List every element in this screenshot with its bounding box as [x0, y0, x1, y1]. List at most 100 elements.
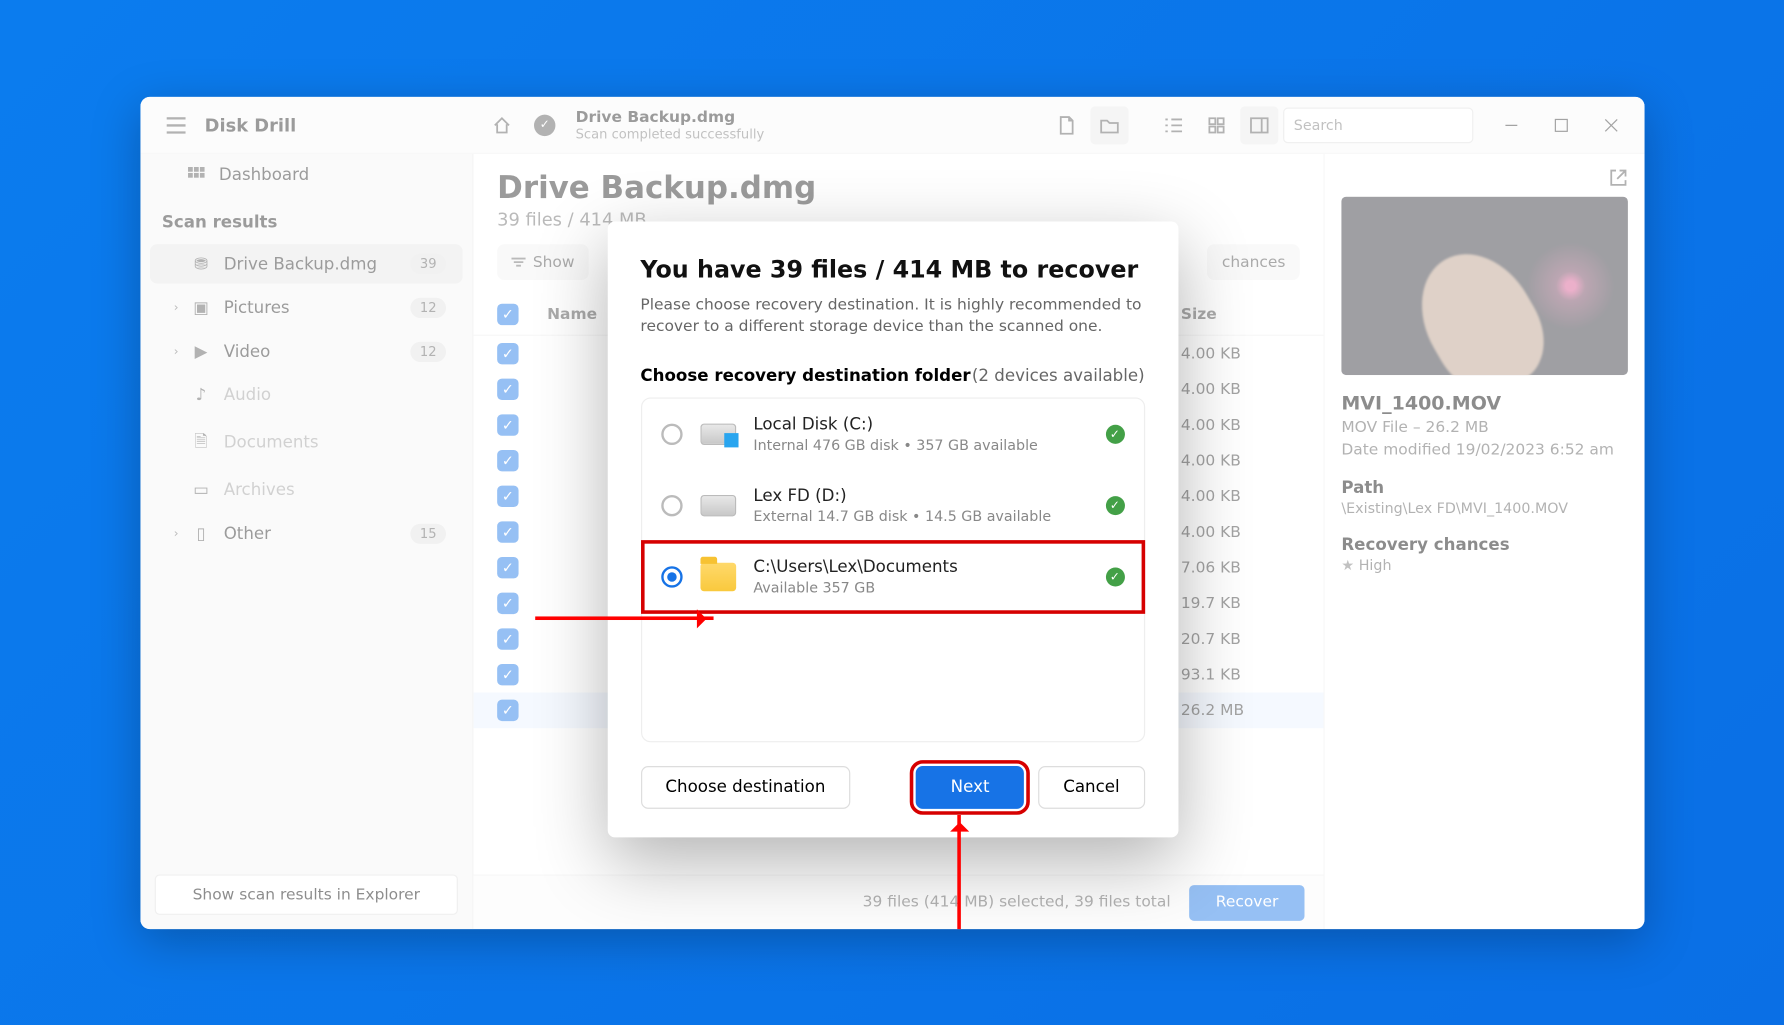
check-ok-icon: ✓: [1105, 496, 1124, 515]
cancel-button[interactable]: Cancel: [1038, 766, 1144, 809]
chevron-right-icon: ›: [173, 527, 190, 540]
video-icon: ▶: [190, 342, 211, 361]
check-ok-icon: ✓: [1105, 425, 1124, 444]
destination-lex-fd[interactable]: Lex FD (D:)External 14.7 GB disk • 14.5 …: [641, 470, 1143, 541]
detail-filename: MVI_1400.MOV: [1341, 391, 1628, 414]
chances-button[interactable]: chances: [1207, 244, 1299, 280]
modal-title: You have 39 files / 414 MB to recover: [640, 254, 1144, 283]
row-checkbox[interactable]: [497, 485, 518, 506]
row-size: 7.06 KB: [1180, 558, 1299, 576]
show-in-explorer-button[interactable]: Show scan results in Explorer: [154, 874, 457, 914]
destination-title: Local Disk (C:): [753, 415, 1037, 434]
sidebar-item-label: Drive Backup.dmg: [223, 254, 410, 273]
next-button[interactable]: Next: [916, 766, 1024, 809]
row-checkbox[interactable]: [497, 592, 518, 613]
detail-meta: MOV File – 26.2 MB: [1341, 419, 1628, 437]
minimize-button[interactable]: [1487, 105, 1535, 143]
detail-date: Date modified 19/02/2023 6:52 am: [1341, 441, 1628, 459]
search-input[interactable]: [1283, 106, 1473, 142]
sidebar-item-count: 12: [410, 341, 446, 361]
destination-local-disk[interactable]: Local Disk (C:)Internal 476 GB disk • 35…: [641, 399, 1143, 470]
maximize-button[interactable]: [1537, 105, 1585, 143]
destination-documents[interactable]: C:\Users\Lex\DocumentsAvailable 357 GB ✓: [641, 541, 1143, 612]
row-checkbox[interactable]: [497, 556, 518, 577]
file-icon[interactable]: [1047, 105, 1085, 143]
destination-title: Lex FD (D:): [753, 487, 1051, 506]
column-size[interactable]: Size: [1180, 305, 1299, 323]
chevron-right-icon: ›: [173, 301, 190, 314]
star-icon: ★: [1341, 556, 1354, 573]
sidebar-item-count: 12: [410, 297, 446, 317]
show-filter-label: Show: [532, 253, 574, 271]
row-checkbox[interactable]: [497, 342, 518, 363]
sidebar-item-label: Video: [223, 342, 410, 361]
row-size: 4.00 KB: [1180, 487, 1299, 505]
list-view-icon[interactable]: [1154, 105, 1192, 143]
app-window: Disk Drill Drive Backup.dmg Scan complet…: [140, 96, 1644, 928]
sidebar-item-label: Pictures: [223, 298, 410, 317]
destination-title: C:\Users\Lex\Documents: [753, 558, 957, 577]
hamburger-icon[interactable]: [157, 105, 195, 143]
row-checkbox[interactable]: [497, 414, 518, 435]
annotation-arrow: [535, 616, 713, 620]
row-size: 4.00 KB: [1180, 451, 1299, 469]
modal-description: Please choose recovery destination. It i…: [640, 295, 1144, 338]
sidebar-item-video[interactable]: ›▶ Video 12: [149, 332, 462, 371]
row-size: 20.7 KB: [1180, 630, 1299, 648]
drive-icon: ⛃: [190, 254, 211, 273]
select-all-checkbox[interactable]: [497, 303, 518, 324]
radio-icon[interactable]: [660, 566, 681, 587]
row-checkbox[interactable]: [497, 378, 518, 399]
row-checkbox[interactable]: [497, 628, 518, 649]
grid-view-icon[interactable]: [1197, 105, 1235, 143]
show-filter-button[interactable]: Show: [497, 244, 589, 280]
panel-view-icon[interactable]: [1240, 105, 1278, 143]
row-size: 4.00 KB: [1180, 344, 1299, 362]
other-icon: ▯: [190, 524, 211, 543]
row-checkbox[interactable]: [497, 664, 518, 685]
row-checkbox[interactable]: [497, 699, 518, 720]
open-external-icon[interactable]: [1608, 168, 1627, 187]
sidebar-item-pictures[interactable]: ›▣ Pictures 12: [149, 288, 462, 327]
sidebar-item-audio[interactable]: ♪ Audio: [149, 376, 462, 414]
detail-chances-label: Recovery chances: [1341, 535, 1628, 554]
external-disk-icon: [698, 487, 736, 525]
footer: 39 files (414 MB) selected, 39 files tot…: [473, 874, 1323, 929]
row-size: 26.2 MB: [1180, 701, 1299, 719]
sidebar-item-other[interactable]: ›▯ Other 15: [149, 514, 462, 553]
radio-icon[interactable]: [660, 424, 681, 445]
modal-devices-available: (2 devices available): [971, 366, 1144, 385]
recovery-modal: You have 39 files / 414 MB to recover Pl…: [607, 221, 1178, 837]
choose-destination-button[interactable]: Choose destination: [640, 766, 850, 809]
topbar: Disk Drill Drive Backup.dmg Scan complet…: [140, 96, 1644, 153]
image-icon: ▣: [190, 298, 211, 317]
row-size: 4.00 KB: [1180, 380, 1299, 398]
sidebar-item-drive[interactable]: ⛃ Drive Backup.dmg 39: [149, 244, 462, 283]
folder-view-icon[interactable]: [1090, 105, 1128, 143]
sidebar-item-count: 39: [410, 253, 446, 273]
sidebar-item-archives[interactable]: ▭ Archives: [149, 471, 462, 509]
current-drive-title: Drive Backup.dmg: [575, 108, 764, 126]
doc-icon: 🗎: [190, 428, 211, 457]
sidebar-dashboard[interactable]: Dashboard: [140, 153, 472, 196]
sidebar: Dashboard Scan results ⛃ Drive Backup.dm…: [140, 153, 473, 928]
row-checkbox[interactable]: [497, 521, 518, 542]
row-size: 93.1 KB: [1180, 665, 1299, 683]
scan-status-text: Scan completed successfully: [575, 125, 764, 140]
check-ok-icon: ✓: [1105, 567, 1124, 586]
row-size: 19.7 KB: [1180, 594, 1299, 612]
search-field[interactable]: [1293, 116, 1471, 133]
modal-subhead: Choose recovery destination folder: [640, 366, 970, 385]
row-checkbox[interactable]: [497, 449, 518, 470]
sidebar-item-label: Documents: [223, 433, 445, 452]
detail-panel: MVI_1400.MOV MOV File – 26.2 MB Date mod…: [1323, 153, 1644, 928]
app-name: Disk Drill: [204, 114, 477, 135]
sidebar-heading: Scan results: [140, 196, 472, 241]
sidebar-item-documents[interactable]: 🗎 Documents: [149, 419, 462, 467]
close-button[interactable]: [1587, 105, 1635, 143]
dashboard-label: Dashboard: [218, 165, 308, 184]
home-icon[interactable]: [482, 105, 520, 143]
sidebar-item-label: Audio: [223, 385, 445, 404]
recover-button[interactable]: Recover: [1189, 884, 1304, 920]
radio-icon[interactable]: [660, 495, 681, 516]
